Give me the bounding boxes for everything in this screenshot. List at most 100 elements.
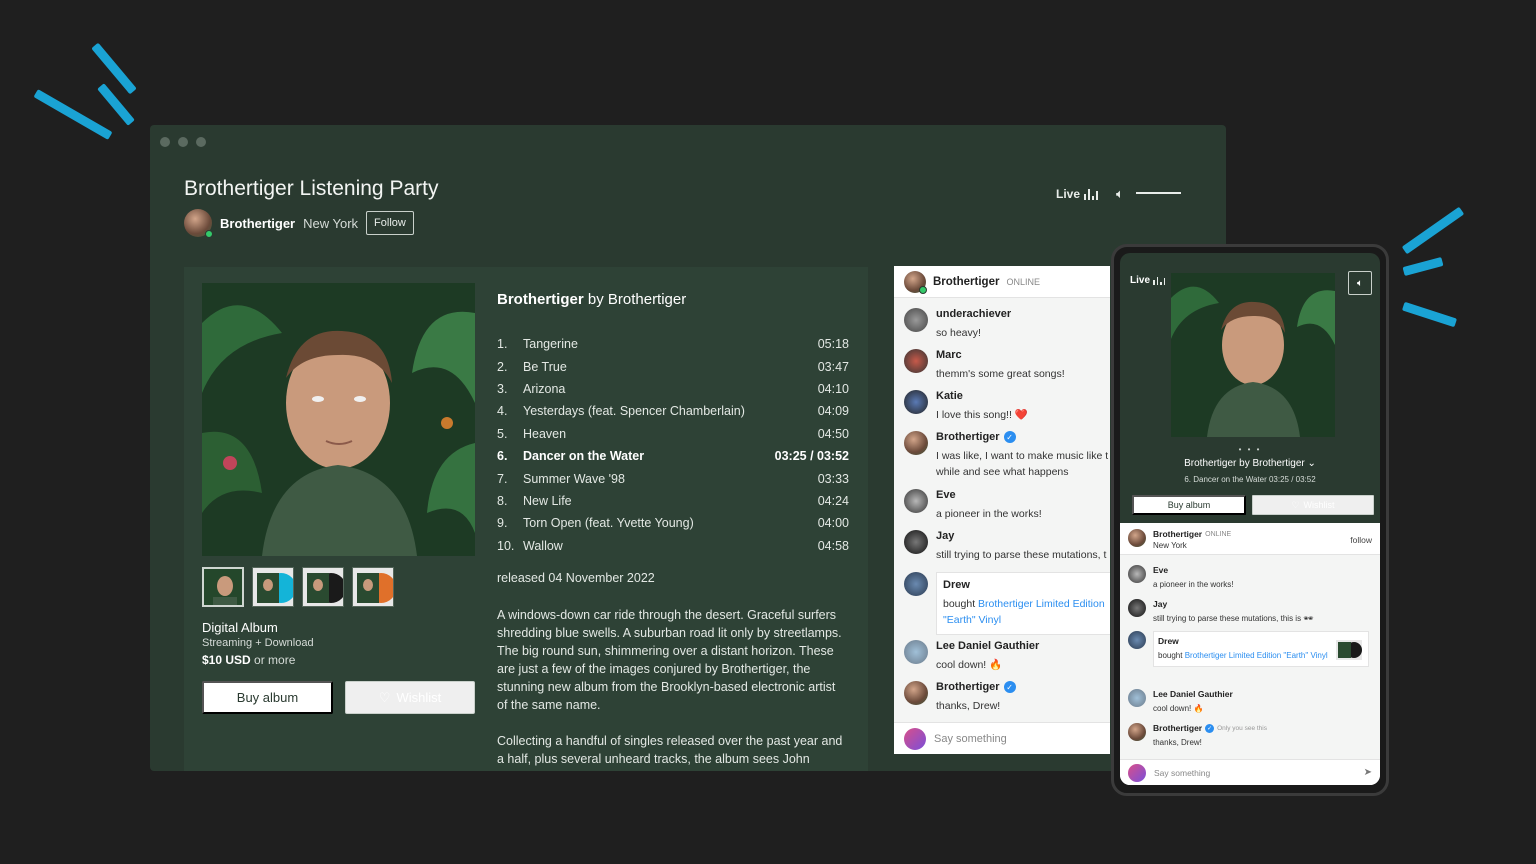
track-title: Be True xyxy=(523,359,567,374)
album-cover xyxy=(202,283,475,556)
track-row[interactable]: 5. Heaven 04:50 xyxy=(497,423,849,445)
thumbnail-cover[interactable] xyxy=(202,567,244,607)
message-author[interactable]: underachiever xyxy=(936,308,1011,320)
now-playing: 6. Dancer on the Water 03:25 / 03:52 xyxy=(1184,475,1316,484)
message-author[interactable]: Brothertiger ✓ xyxy=(936,431,1108,443)
track-row[interactable]: 8. New Life 04:24 xyxy=(497,490,849,512)
avatar[interactable] xyxy=(1128,723,1146,741)
private-note: Only you see this xyxy=(1217,724,1267,732)
maximize-dot[interactable] xyxy=(196,137,206,147)
message-author[interactable]: Drew xyxy=(943,579,1109,591)
track-row[interactable]: 10. Wallow 04:58 xyxy=(497,535,849,557)
purchase-link[interactable]: Brothertiger Limited Edition xyxy=(978,598,1105,610)
avatar[interactable] xyxy=(904,349,928,373)
thumbnail-vinyl-black[interactable] xyxy=(302,567,344,607)
host-name[interactable]: Brothertiger xyxy=(1153,529,1202,539)
phone-player: Live 🔈︎ • • • Brothertiger by Brothertig… xyxy=(1120,253,1380,523)
avatar[interactable] xyxy=(904,431,928,455)
follow-button[interactable]: follow xyxy=(1350,535,1372,545)
avatar[interactable] xyxy=(1128,599,1146,617)
avatar[interactable] xyxy=(1128,689,1146,707)
volume-icon[interactable]: 🔈︎ xyxy=(1348,271,1372,295)
message-author[interactable]: Brothertiger ✓ Only you see this xyxy=(1153,723,1267,733)
artist-name[interactable]: Brothertiger xyxy=(220,216,295,231)
chat-input[interactable]: Say something ➤ xyxy=(1120,759,1380,785)
track-duration: 03:33 xyxy=(817,471,849,486)
album-selector[interactable]: Brothertiger by Brothertiger ⌄ xyxy=(1120,458,1380,469)
avatar[interactable] xyxy=(1128,565,1146,583)
host-info: Brothertiger ONLINE New York xyxy=(1128,529,1231,552)
track-row[interactable]: 9. Torn Open (feat. Yvette Young) 04:00 xyxy=(497,512,849,534)
avatar[interactable] xyxy=(904,681,928,705)
avatar[interactable] xyxy=(184,209,213,238)
track-row[interactable]: 4. Yesterdays (feat. Spencer Chamberlain)… xyxy=(497,400,849,422)
send-icon[interactable]: ➤ xyxy=(1364,767,1372,778)
chat-message: Brothertiger ✓ thanks, Drew! xyxy=(904,681,1110,714)
thumbnail-vinyl-blue[interactable] xyxy=(252,567,294,607)
album-title[interactable]: Brothertiger xyxy=(497,291,584,308)
avatar[interactable] xyxy=(904,390,928,414)
price-value: $10 USD xyxy=(202,653,251,667)
message-author[interactable]: Lee Daniel Gauthier xyxy=(936,640,1039,652)
avatar[interactable] xyxy=(904,530,928,554)
wishlist-button[interactable]: ♡ Wishlist xyxy=(1252,495,1374,515)
message-author[interactable]: Brothertiger ✓ xyxy=(936,681,1016,693)
message-author[interactable]: Marc xyxy=(936,349,1065,361)
avatar[interactable] xyxy=(904,308,928,332)
purchase-card[interactable]: Drew bought Brothertiger Limited Edition… xyxy=(936,572,1110,635)
artist-location: New York xyxy=(303,215,359,231)
purchase-link[interactable]: "Earth" Vinyl xyxy=(943,614,1001,626)
message-author[interactable]: Eve xyxy=(936,489,1042,501)
purchase-link[interactable]: Vinyl xyxy=(1310,651,1327,660)
follow-button[interactable]: Follow xyxy=(366,211,414,235)
chat-message: Brothertiger ✓ I was like, I want to make … xyxy=(904,431,1110,480)
message-author[interactable]: Jay xyxy=(936,530,1106,542)
buy-album-button[interactable]: Buy album xyxy=(1132,495,1246,515)
live-indicator: Live xyxy=(1056,187,1099,201)
message-author[interactable]: Lee Daniel Gauthier xyxy=(1153,689,1233,699)
avatar[interactable] xyxy=(904,489,928,513)
track-number: 10. xyxy=(497,538,515,553)
volume-slider[interactable] xyxy=(1136,192,1181,194)
chat-header: Brothertiger ONLINE New York follow xyxy=(1120,523,1380,555)
audio-bars-icon xyxy=(1084,188,1099,200)
track-row[interactable]: 7. Summer Wave '98 03:33 xyxy=(497,467,849,489)
track-duration: 04:24 xyxy=(817,493,849,508)
chat-input[interactable]: Say something xyxy=(894,722,1110,754)
track-row[interactable]: 6. Dancer on the Water 03:25 / 03:52 xyxy=(497,445,849,467)
avatar[interactable] xyxy=(1128,529,1146,547)
phone-chat: Brothertiger ONLINE New York follow Eve a p… xyxy=(1120,523,1380,785)
host-name-row: Brothertiger ONLINE xyxy=(1153,529,1231,539)
carousel-pager[interactable]: • • • xyxy=(1120,445,1380,454)
avatar[interactable] xyxy=(904,640,928,664)
track-duration: 04:09 xyxy=(817,404,849,419)
message-text: a pioneer in the works! xyxy=(1153,580,1234,589)
buy-album-button[interactable]: Buy album xyxy=(202,681,333,714)
track-row[interactable]: 1. Tangerine 05:18 xyxy=(497,333,849,355)
track-title: Yesterdays (feat. Spencer Chamberlain) xyxy=(523,404,745,419)
close-dot[interactable] xyxy=(160,137,170,147)
album-description: A windows-down car ride through the dese… xyxy=(497,608,842,712)
track-duration: 03:25 / 03:52 xyxy=(774,449,849,464)
thumbnail-vinyl-orange[interactable] xyxy=(352,567,394,607)
avatar[interactable] xyxy=(904,270,927,294)
message-author[interactable]: Jay xyxy=(1153,599,1313,609)
track-row[interactable]: 2. Be True 03:47 xyxy=(497,355,849,377)
message-author[interactable]: Drew xyxy=(1158,636,1364,646)
track-row[interactable]: 3. Arizona 04:10 xyxy=(497,378,849,400)
purchase-verb: bought xyxy=(943,598,976,610)
wishlist-button[interactable]: ♡ Wishlist xyxy=(345,681,475,714)
track-number: 9. xyxy=(497,516,508,531)
message-author[interactable]: Eve xyxy=(1153,565,1234,575)
purchase-card[interactable]: Drew bought Brothertiger Limited Edition… xyxy=(1153,631,1369,667)
volume-icon[interactable]: 🔈︎ xyxy=(1116,186,1124,202)
host-name[interactable]: Brothertiger xyxy=(933,276,999,288)
avatar[interactable] xyxy=(1128,631,1146,649)
purchase-link[interactable]: Brothertiger Limited Edition "Earth" xyxy=(1185,651,1309,660)
minimize-dot[interactable] xyxy=(178,137,188,147)
message-author[interactable]: Katie xyxy=(936,390,1028,402)
track-title: Heaven xyxy=(523,426,567,441)
chat-message: Lee Daniel Gauthier cool down! 🔥 xyxy=(904,640,1110,673)
avatar[interactable] xyxy=(904,572,928,596)
avatar xyxy=(904,727,926,750)
